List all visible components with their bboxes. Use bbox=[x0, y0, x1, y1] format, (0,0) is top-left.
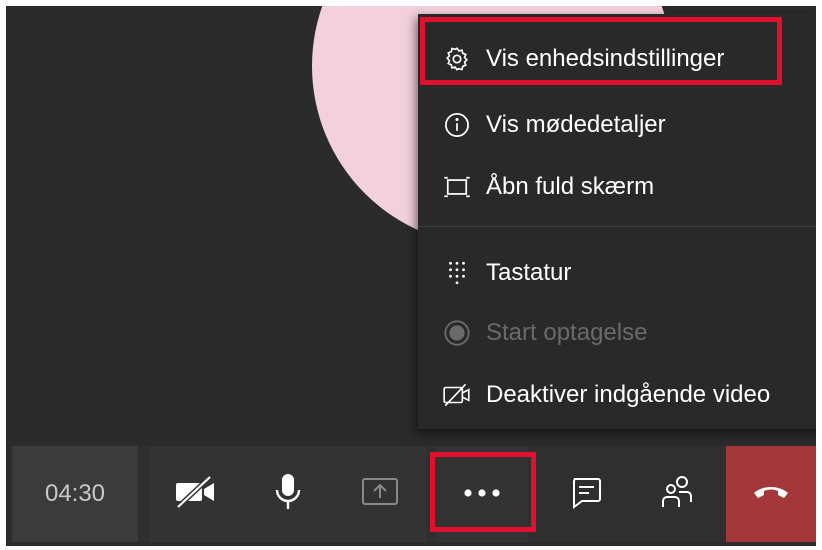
more-options-button[interactable] bbox=[436, 446, 528, 542]
chat-icon bbox=[569, 475, 603, 514]
menu-item-label: Vis enhedsindstillinger bbox=[486, 45, 725, 72]
menu-item-device-settings[interactable]: Vis enhedsindstillinger bbox=[418, 30, 816, 88]
microphone-toggle-button[interactable] bbox=[242, 446, 334, 542]
call-toolbar: 04:30 bbox=[12, 446, 816, 542]
menu-divider bbox=[418, 226, 816, 227]
menu-item-label: Tastatur bbox=[486, 259, 572, 286]
share-screen-icon bbox=[361, 476, 399, 513]
menu-item-start-recording[interactable]: Start optagelse bbox=[418, 304, 816, 362]
camera-toggle-button[interactable] bbox=[150, 446, 242, 542]
share-screen-button[interactable] bbox=[334, 446, 426, 542]
menu-item-label: Start optagelse bbox=[486, 319, 648, 346]
microphone-icon bbox=[273, 472, 303, 517]
info-icon bbox=[442, 110, 472, 140]
gear-icon bbox=[442, 44, 472, 74]
more-options-menu: Vis enhedsindstillinger Vis mødedetaljer… bbox=[418, 14, 816, 429]
participants-button[interactable] bbox=[632, 446, 724, 542]
video-off-icon bbox=[442, 380, 472, 410]
menu-item-label: Deaktiver indgående video bbox=[486, 381, 771, 408]
record-icon bbox=[442, 318, 472, 348]
camera-off-icon bbox=[174, 474, 218, 515]
meeting-stage: Vis enhedsindstillinger Vis mødedetaljer… bbox=[6, 6, 816, 546]
menu-item-label: Åbn fuld skærm bbox=[486, 173, 655, 200]
hang-up-icon bbox=[751, 482, 791, 507]
call-timer: 04:30 bbox=[12, 446, 138, 542]
chat-button[interactable] bbox=[540, 446, 632, 542]
menu-item-fullscreen[interactable]: Åbn fuld skærm bbox=[418, 158, 816, 216]
menu-item-dialpad[interactable]: Tastatur bbox=[418, 244, 816, 302]
menu-item-disable-incoming-video[interactable]: Deaktiver indgående video bbox=[418, 366, 816, 424]
more-options-icon bbox=[462, 485, 502, 503]
participants-icon bbox=[660, 474, 696, 515]
fullscreen-icon bbox=[442, 172, 472, 202]
menu-item-label: Vis mødedetaljer bbox=[486, 111, 666, 138]
dialpad-icon bbox=[442, 258, 472, 288]
hang-up-button[interactable] bbox=[726, 446, 816, 542]
menu-item-meeting-details[interactable]: Vis mødedetaljer bbox=[418, 96, 816, 154]
